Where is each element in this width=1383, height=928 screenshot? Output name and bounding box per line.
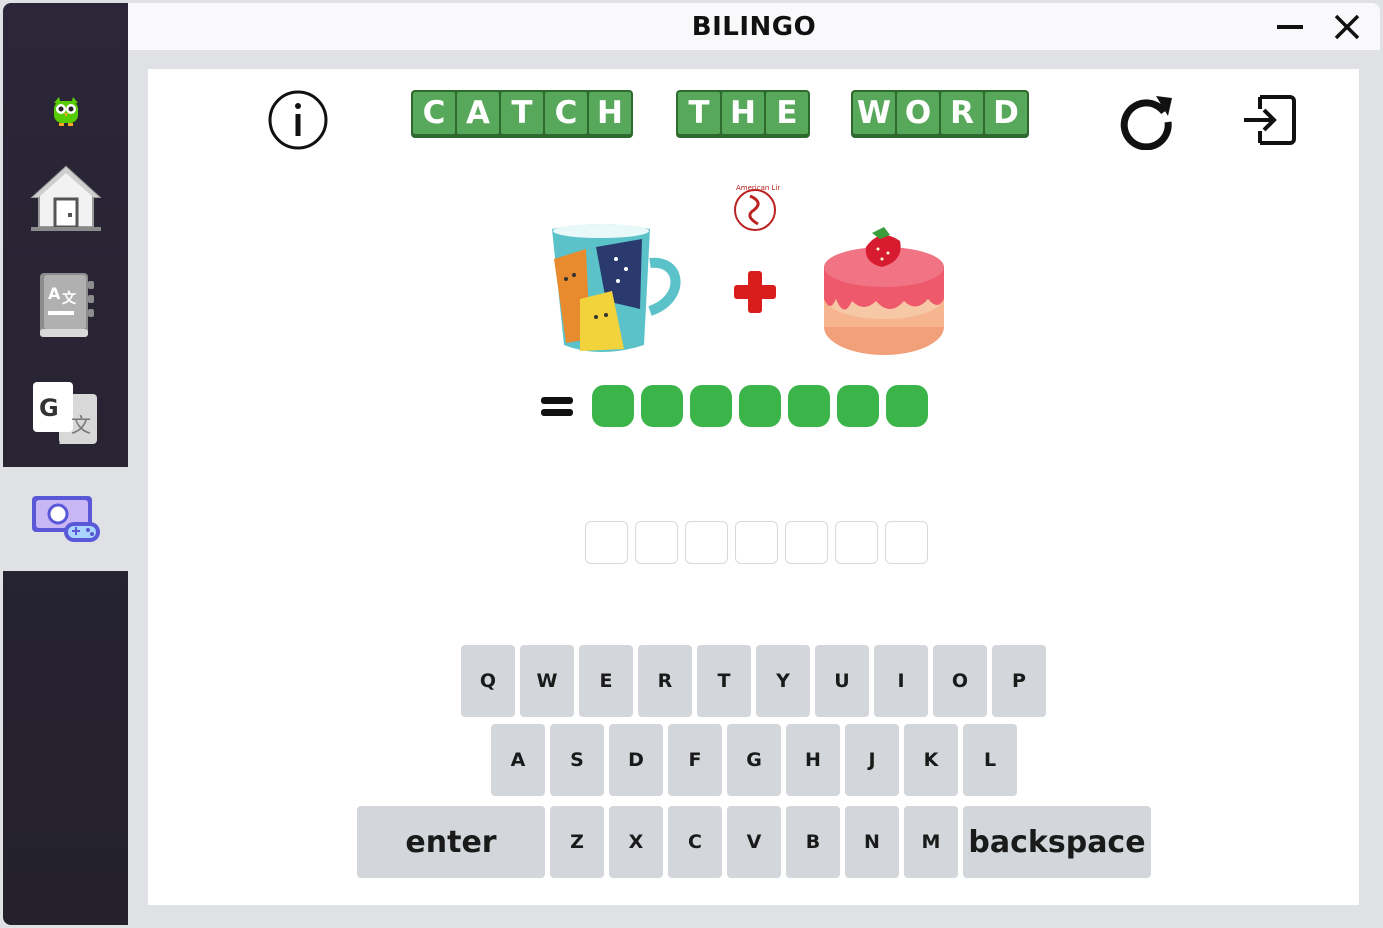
answer-box [585, 521, 628, 564]
svg-text:A: A [48, 284, 61, 303]
key-o[interactable]: O [933, 645, 987, 717]
key-l[interactable]: L [963, 724, 1017, 796]
title-tile: H [589, 92, 631, 134]
close-icon [1334, 14, 1360, 40]
minimize-icon [1277, 25, 1303, 29]
key-t[interactable]: T [697, 645, 751, 717]
cake-image [820, 227, 950, 366]
hidden-letter-dot [641, 385, 683, 427]
close-button[interactable] [1330, 11, 1364, 43]
title-word-word: W O R D [851, 90, 1029, 138]
key-w[interactable]: W [520, 645, 574, 717]
svg-text:文: 文 [62, 290, 77, 307]
info-button[interactable] [266, 88, 330, 152]
keyboard-row-1: Q W E R T Y U I O P [461, 645, 1046, 717]
hidden-letter-dot [886, 385, 928, 427]
exit-button[interactable] [1238, 89, 1300, 151]
home-icon [29, 165, 102, 231]
title-tile: W [853, 92, 895, 134]
title-tile: C [545, 92, 587, 134]
key-x[interactable]: X [609, 806, 663, 878]
key-q[interactable]: Q [461, 645, 515, 717]
key-b[interactable]: B [786, 806, 840, 878]
answer-box [835, 521, 878, 564]
svg-text:文: 文 [71, 413, 91, 437]
title-tile: H [722, 92, 764, 134]
refresh-button[interactable] [1114, 89, 1178, 151]
minimize-button[interactable] [1274, 11, 1308, 43]
owl-logo-icon [53, 97, 78, 126]
answer-box [735, 521, 778, 564]
refresh-icon [1120, 96, 1172, 150]
app-title: BILINGO [691, 12, 817, 42]
sidebar-item-translate[interactable]: G 文 [3, 362, 128, 466]
key-a[interactable]: A [491, 724, 545, 796]
key-s[interactable]: S [550, 724, 604, 796]
answer-boxes [585, 521, 928, 564]
key-u[interactable]: U [815, 645, 869, 717]
title-word-catch: C A T C H [411, 90, 633, 138]
key-j[interactable]: J [845, 724, 899, 796]
hidden-letter-dots [592, 385, 928, 427]
app-window: A 文 G 文 BILINGO C A T C H T H E W O R D … [3, 3, 1380, 925]
sidebar-item-dictionary[interactable]: A 文 [3, 254, 128, 358]
backspace-key[interactable]: backspace [963, 806, 1151, 878]
enter-key[interactable]: enter [357, 806, 545, 878]
title-tile: T [501, 92, 543, 134]
game-panel: C A T C H T H E W O R D American Lin Q W… [148, 69, 1359, 905]
key-h[interactable]: H [786, 724, 840, 796]
title-tile: E [766, 92, 808, 134]
svg-text:American Links: American Links [736, 184, 780, 192]
answer-box [885, 521, 928, 564]
exit-icon [1244, 95, 1296, 145]
key-r[interactable]: R [638, 645, 692, 717]
hidden-letter-dot [739, 385, 781, 427]
dictionary-book-icon: A 文 [39, 273, 94, 337]
game-controller-icon [31, 496, 100, 542]
watermark-logo: American Links [730, 182, 790, 247]
sidebar: A 文 G 文 [3, 3, 128, 925]
key-d[interactable]: D [609, 724, 663, 796]
google-translate-icon: G 文 [32, 382, 97, 444]
key-f[interactable]: F [668, 724, 722, 796]
title-tile: R [941, 92, 983, 134]
title-tile: C [413, 92, 455, 134]
title-tile: D [985, 92, 1027, 134]
key-c[interactable]: C [668, 806, 722, 878]
title-bar: BILINGO [128, 3, 1380, 50]
title-tile: O [897, 92, 939, 134]
title-tile: T [678, 92, 720, 134]
hidden-letter-dot [788, 385, 830, 427]
answer-box [785, 521, 828, 564]
answer-box [685, 521, 728, 564]
key-z[interactable]: Z [550, 806, 604, 878]
title-tile: A [457, 92, 499, 134]
hidden-letter-dot [592, 385, 634, 427]
hidden-letter-dot [690, 385, 732, 427]
keyboard-row-2: A S D F G H J K L [491, 724, 1017, 796]
key-v[interactable]: V [727, 806, 781, 878]
sidebar-item-games[interactable] [3, 467, 128, 571]
key-i[interactable]: I [874, 645, 928, 717]
key-m[interactable]: M [904, 806, 958, 878]
title-word-the: T H E [676, 90, 810, 138]
key-g[interactable]: G [727, 724, 781, 796]
key-k[interactable]: K [904, 724, 958, 796]
keyboard-row-3: enter Z X C V B N M backspace [357, 806, 1151, 878]
equals-icon [541, 395, 573, 419]
svg-text:G: G [39, 394, 59, 422]
plus-icon [732, 269, 778, 320]
key-y[interactable]: Y [756, 645, 810, 717]
sidebar-item-home[interactable] [3, 146, 128, 250]
key-n[interactable]: N [845, 806, 899, 878]
info-icon [268, 90, 328, 150]
mug-with-cats-image [546, 219, 688, 364]
hidden-letter-dot [837, 385, 879, 427]
key-p[interactable]: P [992, 645, 1046, 717]
key-e[interactable]: E [579, 645, 633, 717]
answer-box [635, 521, 678, 564]
